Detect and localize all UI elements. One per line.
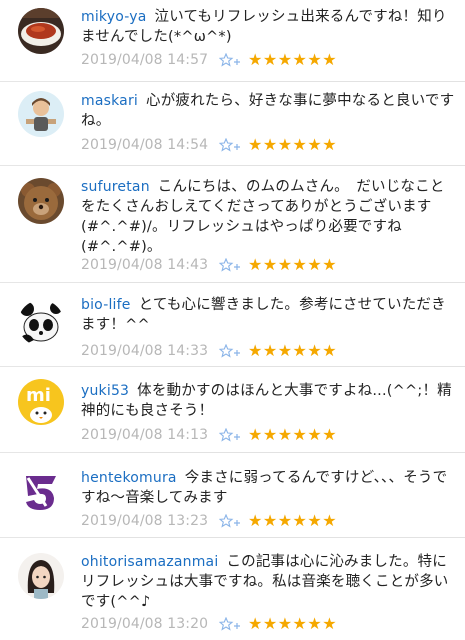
comment-text-block: mikyo-ya 泣いてもリフレッシュ出来るんですね！知りませんでした(*^ω^*…: [81, 7, 455, 47]
comment-date: 2019/04/08 14:13: [81, 427, 209, 443]
comment-date: 2019/04/08 13:23: [81, 513, 209, 529]
star-rating: ★★★★★★: [248, 614, 338, 633]
comment-text: 体を動かすのはほんと大事ですよね...(^^;！精神的にも良さそう！: [81, 383, 452, 419]
comment-text-block: yuki53 体を動かすのはほんと大事ですよね...(^^;！精神的にも良さそう！: [81, 381, 455, 421]
comment-item: hentekomura 今まさに弱ってるんですけど、、、そうですね〜音楽してみます…: [0, 454, 465, 538]
purple-logo-avatar[interactable]: [18, 468, 64, 514]
comment-text-block: ohitorisamazanmai この記事は心に沁みました。特にリフレッシュは大…: [81, 552, 455, 612]
add-star-icon[interactable]: [219, 137, 245, 153]
person-illustration-avatar[interactable]: [18, 91, 64, 137]
username-link[interactable]: hentekomura: [81, 470, 177, 486]
divider: [80, 366, 465, 367]
username-link[interactable]: bio-life: [81, 297, 131, 313]
comment-text-block: bio-life とても心に響きました。参考にさせていただきます！^^: [81, 295, 455, 335]
comment-text-block: sufuretan こんにちは、のムのムさん。 だいじなことをたくさんおしえてくだ…: [81, 177, 455, 257]
comment-date: 2019/04/08 14:54: [81, 137, 209, 153]
svg-text:mi: mi: [26, 385, 51, 406]
comment-text: とても心に響きました。参考にさせていただきます！^^: [81, 297, 446, 333]
comment-meta: 2019/04/08 13:23 ★★★★★★: [81, 512, 337, 530]
teddy-bear-avatar[interactable]: [18, 178, 64, 224]
comment-item: sufuretan こんにちは、のムのムさん。 だいじなことをたくさんおしえてくだ…: [0, 167, 465, 283]
star-rating: ★★★★★★: [248, 135, 338, 154]
comment-item: bio-life とても心に響きました。参考にさせていただきます！^^ 2019/…: [0, 284, 465, 367]
comment-item: maskari 心が疲れたら、好きな事に夢中なると良いですね。 2019/04/0…: [0, 83, 465, 166]
comment-date: 2019/04/08 14:33: [81, 343, 209, 359]
comment-meta: 2019/04/08 14:13 ★★★★★★: [81, 426, 337, 444]
divider: [80, 537, 465, 538]
comment-item: mikyo-ya 泣いてもリフレッシュ出来るんですね！知りませんでした(*^ω^*…: [0, 0, 465, 82]
comment-text-block: hentekomura 今まさに弱ってるんですけど、、、そうですね〜音楽してみます: [81, 468, 455, 508]
girl-illustration-avatar[interactable]: [18, 553, 64, 599]
username-link[interactable]: maskari: [81, 93, 138, 109]
divider: [80, 282, 465, 283]
add-star-icon[interactable]: [219, 52, 245, 68]
add-star-icon[interactable]: [219, 257, 245, 273]
comment-date: 2019/04/08 14:43: [81, 257, 209, 273]
divider: [80, 452, 465, 453]
username-link[interactable]: mikyo-ya: [81, 9, 147, 25]
comment-item: mi yuki53 体を動かすのはほんと大事ですよね...(^^;！精神的にも良さ…: [0, 368, 465, 453]
add-star-icon[interactable]: [219, 343, 245, 359]
star-rating: ★★★★★★: [248, 425, 338, 444]
star-rating: ★★★★★★: [248, 50, 338, 69]
comment-date: 2019/04/08 14:57: [81, 52, 209, 68]
add-star-icon[interactable]: [219, 616, 245, 632]
yellow-mi-avatar[interactable]: mi: [18, 379, 64, 425]
divider: [80, 81, 465, 82]
comment-list: mikyo-ya 泣いてもリフレッシュ出来るんですね！知りませんでした(*^ω^*…: [0, 0, 465, 640]
panda-avatar[interactable]: [18, 300, 64, 346]
add-star-icon[interactable]: [219, 513, 245, 529]
comment-item: ohitorisamazanmai この記事は心に沁みました。特にリフレッシュは大…: [0, 539, 465, 640]
food-photo-avatar[interactable]: [18, 8, 64, 54]
comment-meta: 2019/04/08 14:33 ★★★★★★: [81, 342, 337, 360]
comment-meta: 2019/04/08 13:20 ★★★★★★: [81, 615, 337, 633]
comment-meta: 2019/04/08 14:54 ★★★★★★: [81, 136, 337, 154]
divider: [80, 165, 465, 166]
comment-date: 2019/04/08 13:20: [81, 616, 209, 632]
comment-text-block: maskari 心が疲れたら、好きな事に夢中なると良いですね。: [81, 91, 455, 131]
comment-meta: 2019/04/08 14:43 ★★★★★★: [81, 256, 337, 274]
star-rating: ★★★★★★: [248, 341, 338, 360]
add-star-icon[interactable]: [219, 427, 245, 443]
star-rating: ★★★★★★: [248, 511, 338, 530]
username-link[interactable]: yuki53: [81, 383, 129, 399]
username-link[interactable]: sufuretan: [81, 179, 150, 195]
star-rating: ★★★★★★: [248, 255, 338, 274]
username-link[interactable]: ohitorisamazanmai: [81, 554, 218, 570]
comment-meta: 2019/04/08 14:57 ★★★★★★: [81, 51, 337, 69]
